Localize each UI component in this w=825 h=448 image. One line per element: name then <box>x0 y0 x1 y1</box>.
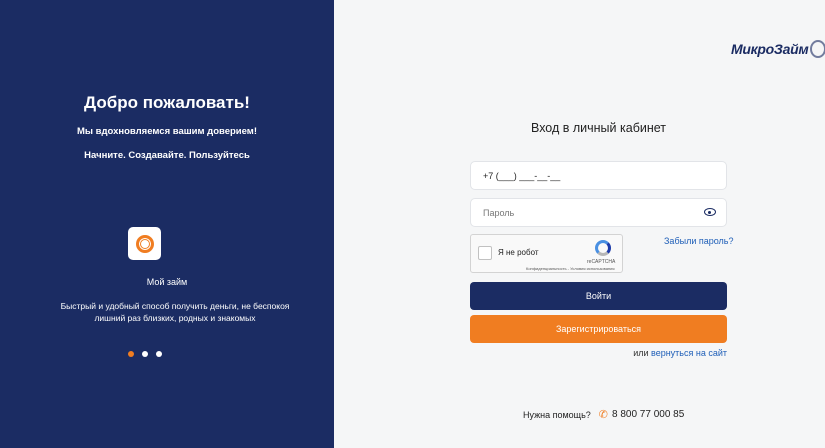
register-button[interactable]: Зарегистрироваться <box>470 315 727 343</box>
help-phone-number: 8 800 77 000 85 <box>612 409 685 420</box>
back-to-site-link[interactable]: вернуться на сайт <box>651 348 727 358</box>
recaptcha-terms[interactable]: Конфиденциальность - Условия использован… <box>526 266 615 271</box>
password-input[interactable]: Пароль <box>470 198 727 227</box>
eye-icon[interactable] <box>704 208 716 216</box>
tagline: Мы вдохновляемся вашим доверием! <box>77 126 257 137</box>
help-section: Нужна помощь? ✆ 8 800 77 000 85 <box>523 408 684 421</box>
brand-emblem-icon <box>810 40 825 58</box>
welcome-panel: Добро пожаловать! Мы вдохновляемся вашим… <box>0 0 334 448</box>
recaptcha-icon <box>595 240 611 256</box>
brand-logo-text: МикроЗайм <box>731 41 809 57</box>
help-phone[interactable]: ✆ 8 800 77 000 85 <box>599 408 685 421</box>
carousel-dots <box>128 351 162 357</box>
back-prefix: или <box>633 348 652 358</box>
recaptcha-widget: Я не робот reCAPTCHA Конфиденциальность … <box>470 234 623 273</box>
recaptcha-label: Я не робот <box>498 248 539 257</box>
password-placeholder: Пароль <box>483 207 515 218</box>
app-logo-icon <box>128 227 161 260</box>
back-to-site: или вернуться на сайт <box>470 348 727 358</box>
carousel-dot-2[interactable] <box>142 351 148 357</box>
phone-input[interactable]: +7 (___) ___-__-__ <box>470 161 727 190</box>
recaptcha-checkbox[interactable] <box>478 246 492 260</box>
tagline-secondary: Начните. Создавайте. Пользуйтесь <box>84 150 250 161</box>
brand-logo[interactable]: МикроЗайм <box>731 40 825 58</box>
phone-icon: ✆ <box>598 409 608 421</box>
login-title: Вход в личный кабинет <box>531 121 666 135</box>
login-button[interactable]: Войти <box>470 282 727 310</box>
app-name: Мой займ <box>146 277 188 287</box>
carousel-dot-1[interactable] <box>128 351 134 357</box>
recaptcha-brand: reCAPTCHA <box>587 259 616 265</box>
forgot-password-link[interactable]: Забыли пароль? <box>664 236 733 246</box>
app-description: Быстрый и удобный способ получить деньги… <box>60 301 290 323</box>
carousel-dot-3[interactable] <box>156 351 162 357</box>
welcome-heading: Добро пожаловать! <box>84 93 250 112</box>
help-label: Нужна помощь? <box>523 409 591 420</box>
